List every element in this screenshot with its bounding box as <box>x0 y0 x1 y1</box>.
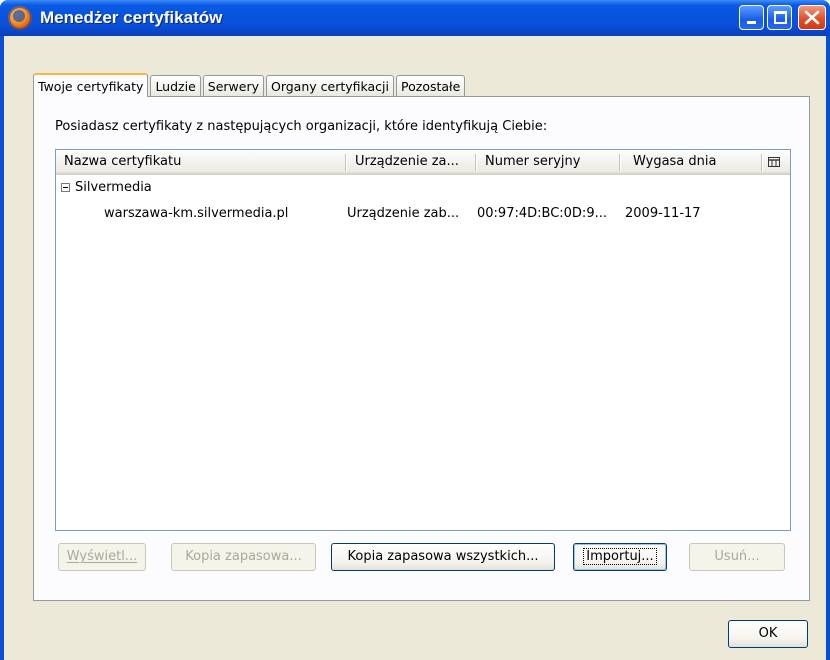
group-label: Silvermedia <box>75 180 152 195</box>
collapse-icon[interactable] <box>61 183 70 192</box>
column-divider[interactable] <box>475 154 476 171</box>
panel-description: Posiadasz certyfikaty z następujących or… <box>55 119 548 134</box>
import-button-label: Importuj... <box>583 548 657 565</box>
tab-people[interactable]: Ludzie <box>150 75 201 96</box>
window-title: Menedżer certyfikatów <box>40 8 223 27</box>
import-button[interactable]: Importuj... <box>573 543 667 571</box>
column-header-name[interactable]: Nazwa certyfikatu <box>56 150 346 174</box>
tab-others[interactable]: Pozostałe <box>396 75 466 96</box>
tree-group-row[interactable]: Silvermedia <box>56 178 790 198</box>
tab-your-certificates[interactable]: Twoje certyfikaty <box>33 73 149 97</box>
backup-all-button-label: Kopia zapasowa wszystkich... <box>347 549 539 564</box>
cert-expires: 2009-11-17 <box>625 206 701 221</box>
column-divider[interactable] <box>619 154 620 171</box>
minimize-button[interactable] <box>739 5 764 30</box>
close-button[interactable] <box>798 5 826 30</box>
title-bar[interactable]: Menedżer certyfikatów <box>0 0 830 36</box>
view-button-label: Wyświetl... <box>66 549 138 564</box>
backup-button[interactable]: Kopia zapasowa... <box>171 543 316 571</box>
view-button[interactable]: Wyświetl... <box>58 543 146 571</box>
backup-all-button[interactable]: Kopia zapasowa wszystkich... <box>331 543 555 571</box>
minimize-icon <box>747 21 756 24</box>
delete-button-label: Usuń... <box>714 549 760 564</box>
tab-servers[interactable]: Serwery <box>202 75 264 96</box>
column-header-serial[interactable]: Numer seryjny <box>477 150 619 174</box>
delete-button[interactable]: Usuń... <box>689 543 785 571</box>
column-divider[interactable] <box>761 154 762 171</box>
maximize-button[interactable] <box>767 5 792 30</box>
cert-name: warszawa-km.silvermedia.pl <box>104 206 289 221</box>
column-picker-icon[interactable] <box>768 156 780 168</box>
column-divider[interactable] <box>345 154 346 171</box>
backup-button-label: Kopia zapasowa... <box>185 549 302 564</box>
ok-button[interactable]: OK <box>728 620 808 648</box>
close-icon <box>804 10 820 25</box>
tab-strip: Twoje certyfikaty Ludzie Serwery Organy … <box>33 72 467 97</box>
tree-header: Nazwa certyfikatu Urządzenie za... Numer… <box>56 150 790 175</box>
maximize-icon <box>774 11 787 24</box>
column-header-device[interactable]: Urządzenie za... <box>347 150 475 174</box>
column-header-expires[interactable]: Wygasa dnia <box>621 150 761 174</box>
cert-device: Urządzenie zab... <box>347 206 460 221</box>
tab-authorities[interactable]: Organy certyfikacji <box>265 75 395 96</box>
tab-panel: Posiadasz certyfikaty z następujących or… <box>33 96 810 601</box>
certificate-manager-window: Menedżer certyfikatów Twoje certyfikaty … <box>0 0 830 660</box>
table-row[interactable]: warszawa-km.silvermedia.pl Urządzenie za… <box>56 204 790 224</box>
certificate-tree[interactable]: Nazwa certyfikatu Urządzenie za... Numer… <box>55 149 791 531</box>
cert-serial: 00:97:4D:BC:0D:9... <box>477 206 607 221</box>
firefox-icon <box>8 6 32 30</box>
